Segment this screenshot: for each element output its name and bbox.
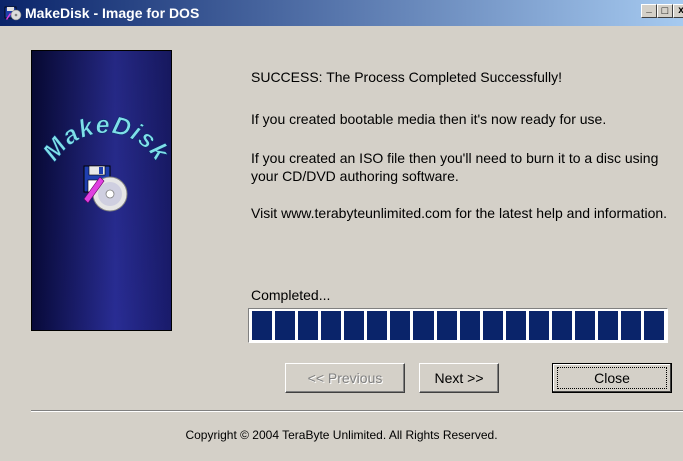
close-button[interactable]: Close [552, 363, 672, 393]
minimize-button[interactable]: _ [641, 3, 657, 18]
progress-bar [248, 308, 668, 343]
progress-segment [252, 311, 273, 340]
progress-segment [367, 311, 388, 340]
progress-segment [574, 311, 595, 340]
progress-segment [528, 311, 549, 340]
progress-segment [275, 311, 296, 340]
progress-label: Completed... [251, 287, 331, 303]
progress-segment [597, 311, 618, 340]
app-icon [4, 5, 22, 21]
title-bar[interactable]: MakeDisk - Image for DOS _ □ x [0, 0, 683, 26]
divider [31, 410, 683, 412]
window-title: MakeDisk - Image for DOS [25, 5, 200, 21]
visit-message: Visit www.terabyteunlimited.com for the … [251, 205, 668, 221]
success-message: SUCCESS: The Process Completed Successfu… [251, 69, 562, 85]
bootable-message: If you created bootable media then it's … [251, 111, 607, 127]
progress-segment [298, 311, 319, 340]
maximize-button[interactable]: □ [657, 4, 673, 18]
progress-segment [551, 311, 572, 340]
next-button[interactable]: Next >> [419, 363, 499, 393]
makedisk-logo: MakeDisk [37, 110, 172, 212]
previous-button[interactable]: << Previous [285, 363, 405, 393]
progress-segment [321, 311, 342, 340]
progress-segment [436, 311, 457, 340]
progress-segment [344, 311, 365, 340]
progress-segment [505, 311, 526, 340]
logo-text: MakeDisk [37, 110, 171, 166]
side-banner: MakeDisk [31, 50, 172, 331]
minimize-icon: _ [646, 3, 652, 14]
progress-segment [459, 311, 480, 340]
close-icon: x [678, 5, 683, 16]
close-button-label: Close [557, 367, 667, 389]
progress-segment [413, 311, 434, 340]
progress-segment [644, 311, 665, 340]
close-window-button[interactable]: x [673, 4, 683, 18]
copyright-text: Copyright © 2004 TeraByte Unlimited. All… [185, 428, 498, 442]
progress-segment [390, 311, 411, 340]
iso-message: If you created an ISO file then you'll n… [251, 150, 659, 184]
progress-segment [482, 311, 503, 340]
progress-segment [621, 311, 642, 340]
maximize-icon: □ [661, 5, 669, 17]
svg-text:MakeDisk: MakeDisk [38, 111, 172, 167]
